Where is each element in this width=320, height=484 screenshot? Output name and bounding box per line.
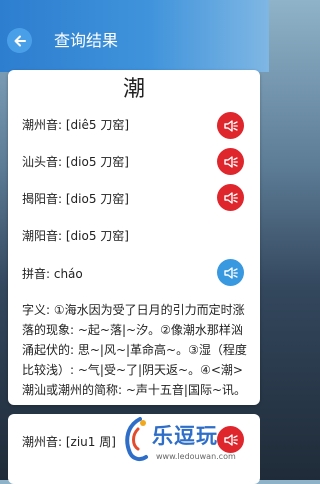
play-pinyin-button[interactable] bbox=[217, 259, 244, 286]
result-card: 潮 潮州音: [diê5 刀窑] 汕头音: [dio5 刀窑] 揭阳音: [di… bbox=[8, 70, 260, 405]
reading-chaozhou: 潮州音: [diê5 刀窑] bbox=[22, 118, 130, 132]
reading-pinyin: 拼音: cháo bbox=[22, 267, 83, 281]
reading-chaoyang: 潮阳音: [dio5 刀窑] bbox=[22, 229, 129, 243]
app-bar: 查询结果 bbox=[0, 0, 269, 72]
speaker-icon bbox=[223, 119, 238, 132]
back-button[interactable] bbox=[7, 28, 32, 53]
reading-jieyang: 揭阳音: [dio5 刀窑] bbox=[22, 192, 129, 206]
reading-shantou: 汕头音: [dio5 刀窑] bbox=[22, 155, 129, 169]
watermark-url: www.ledouwan.com bbox=[156, 452, 236, 461]
play-shantou-button[interactable] bbox=[217, 148, 244, 175]
reading-chaozhou-next: 潮州音: [ziu1 周] bbox=[22, 435, 116, 449]
page-title: 查询结果 bbox=[54, 31, 119, 50]
speaker-icon bbox=[223, 266, 238, 279]
watermark: 乐逗玩 www.ledouwan.com bbox=[120, 415, 270, 475]
play-jieyang-button[interactable] bbox=[217, 184, 244, 211]
ledouwan-logo bbox=[125, 417, 148, 462]
definition-text: 字义: ①海水因为受了日月的引力而定时涨落的现象: ~起~落|~汐。②像潮水那样… bbox=[22, 303, 247, 397]
query-character: 潮 bbox=[122, 77, 145, 102]
speaker-icon bbox=[223, 191, 238, 204]
watermark-brand: 乐逗玩 bbox=[152, 424, 218, 448]
speaker-icon bbox=[223, 155, 238, 168]
arrow-left-icon bbox=[14, 35, 26, 46]
play-chaozhou-button[interactable] bbox=[217, 112, 244, 139]
